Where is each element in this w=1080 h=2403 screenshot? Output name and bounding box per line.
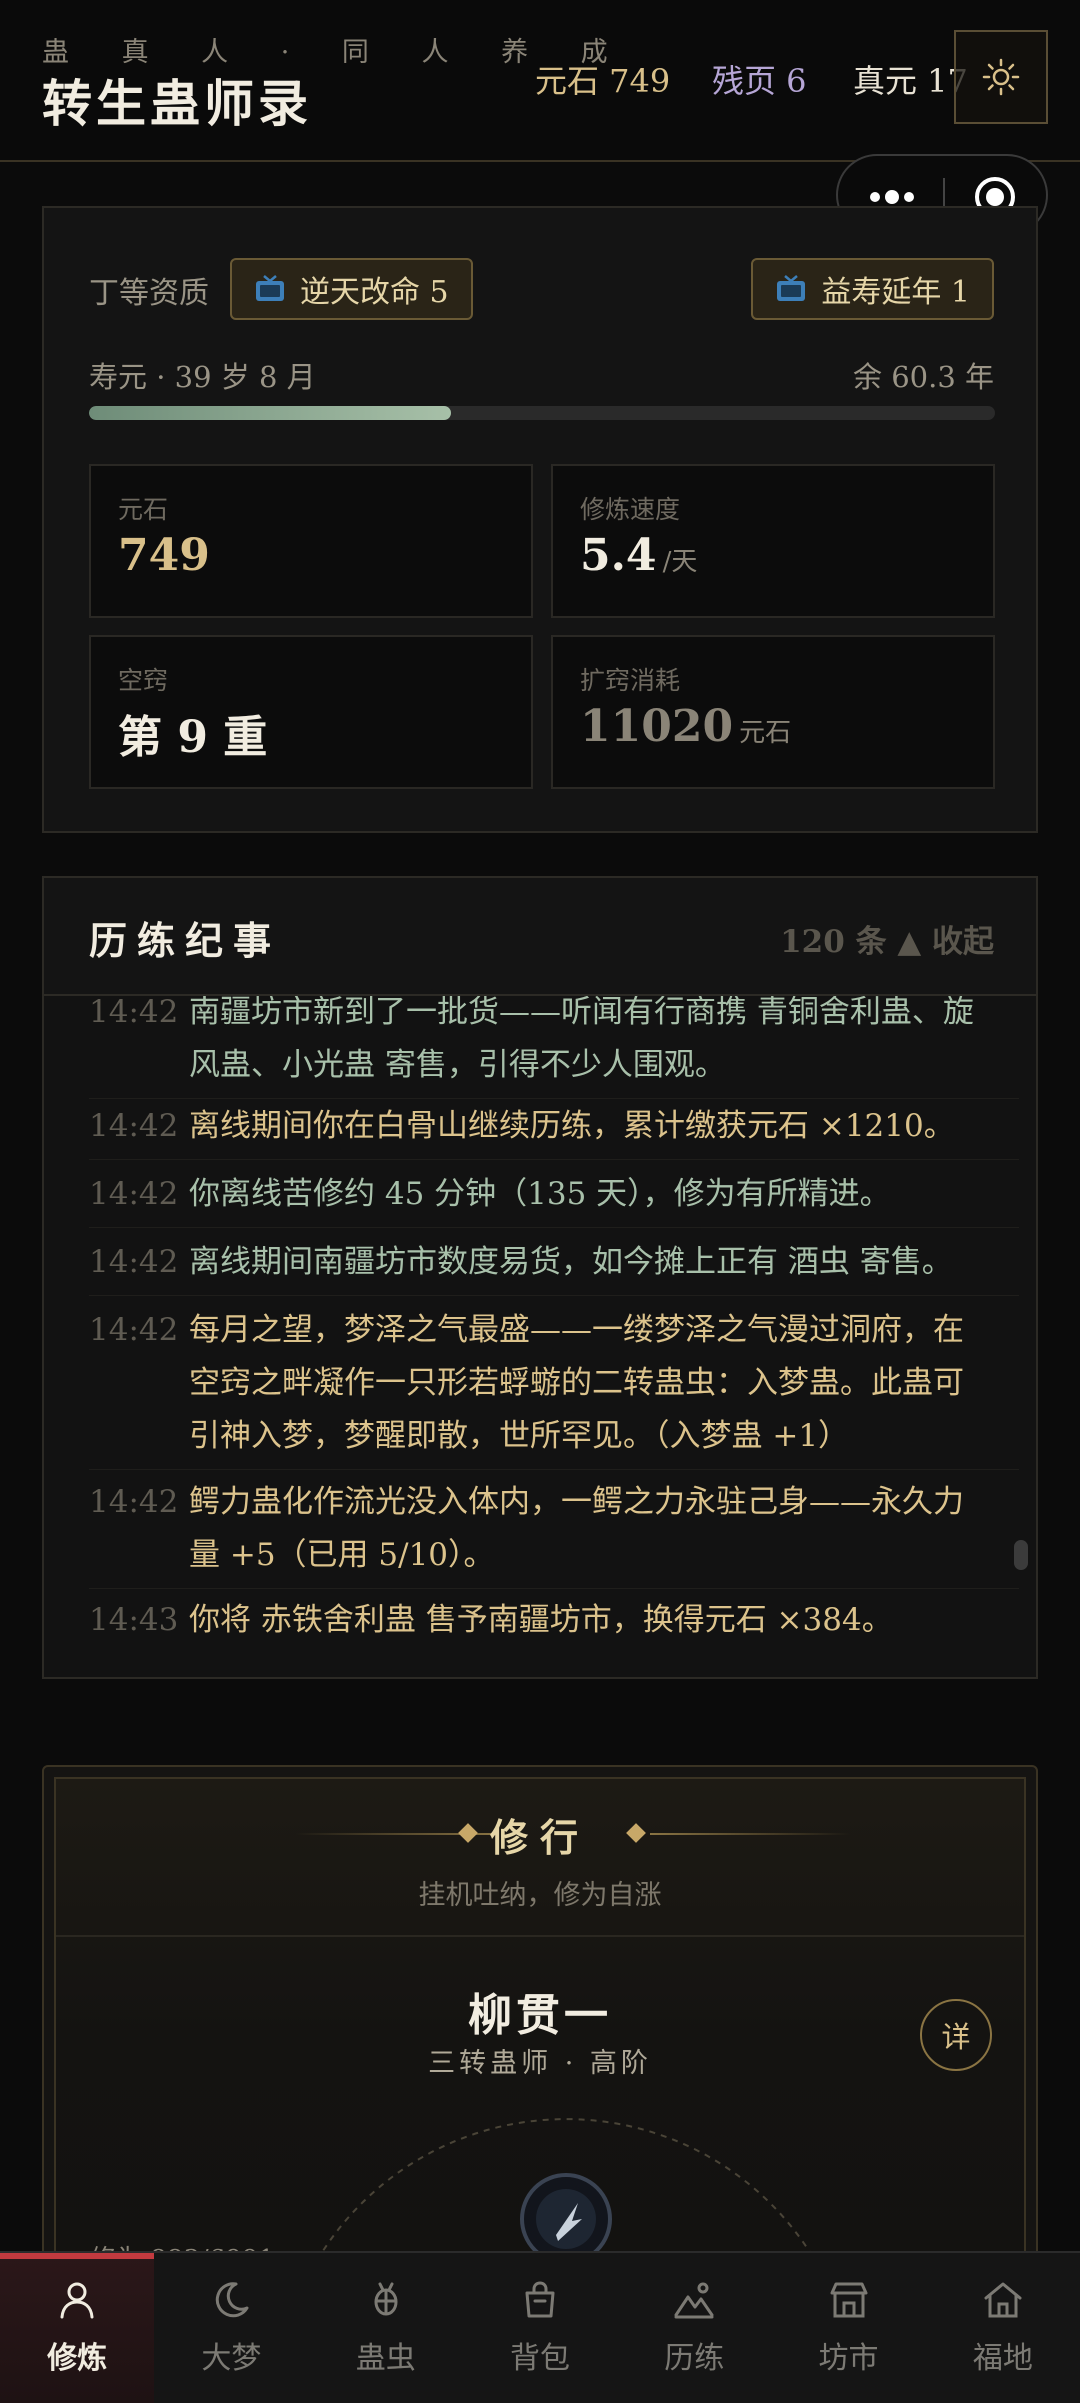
lifespan-label: 寿元 · 39 岁 8 月 [89,360,316,394]
log-scrollbar[interactable] [1014,1540,1028,1570]
expand-cell[interactable]: 扩窍消耗 11020 元石 [551,635,995,789]
person-icon [60,2282,94,2319]
nav-label: 福地 [972,2341,1033,2376]
nav-tab-lilian[interactable]: 历练 [617,2253,771,2403]
canye-stat: 残页 6 [712,62,807,100]
nav-tab-fangshi[interactable]: 坊市 [771,2253,925,2403]
nav-tab-guchong[interactable]: 蛊虫 [309,2253,463,2403]
yuanshi-cell-value: 749 [118,530,210,581]
log-time: 14:42 [89,996,179,1030]
speed-cell-label: 修炼速度 [580,495,681,524]
log-text: 你将 赤铁舍利蛊 售予南疆坊市，换得元石 ×384。 [189,1602,893,1638]
bag-icon [525,2281,555,2318]
aperture-cell-label: 空窍 [118,666,169,695]
log-entry: 14:43 你将 赤铁舍利蛊 售予南疆坊市，换得元石 ×384。 [89,1594,1019,1653]
speed-cell-value-wrap: 5.4/天 [580,530,697,581]
log-text: 离线期间你在白骨山继续历练，累计缴获元石 ×1210。 [189,1108,955,1144]
log-text: 你离线苦修约 45 分钟（135 天），修为有所精进。 [189,1176,891,1212]
yuanshi-cell-label: 元石 [118,495,169,524]
nav-label: 大梦 [201,2341,262,2376]
log-entry: 14:42 离线期间你在白骨山继续历练，累计缴获元石 ×1210。 [89,1100,1019,1160]
ad-extend-label: 益寿延年 1 [821,275,970,310]
nav-label: 背包 [509,2341,570,2376]
log-time: 14:43 [89,1602,179,1638]
lifespan-bar [89,406,995,420]
log-entry: 14:42 南疆坊市新到了一批货——听闻有行商携 青铜舍利蛊、旋风蛊、小光蛊 寄… [89,996,1019,1099]
nav-tab-dameng[interactable]: 大梦 [154,2253,308,2403]
gear-icon [982,58,1020,96]
bug-icon [374,2282,398,2316]
nav-label: 修炼 [47,2341,108,2376]
nav-label: 坊市 [818,2341,879,2376]
log-text: 每月之望，梦泽之气最盛——一缕梦泽之气漫过洞府，在空窍之畔凝作一只形若蜉蝣的二转… [189,1312,964,1454]
log-text: 南疆坊市新到了一批货——听闻有行商携 青铜舍利蛊、旋风蛊、小光蛊 寄售，引得不少… [189,996,974,1083]
cultivation-title: 修行 [489,1815,590,1860]
expand-cell-value-wrap: 11020 元石 [580,701,791,752]
status-panel: 丁等资质 逆天改命 5 益寿延年 1 寿元 · 39 岁 8 月 余 60.3 … [42,206,1038,833]
lifespan-bar-fill [89,406,452,420]
nav-tab-fudi[interactable]: 福地 [926,2253,1080,2403]
settings-button[interactable] [954,30,1048,124]
log-panel: 历练纪事 120 条 ▲ 收起 14:42 南疆坊市新到了一批货——听闻有行商携… [42,876,1038,1679]
ad-reroll-button[interactable]: 逆天改命 5 [230,258,473,320]
log-time: 14:42 [89,1176,179,1212]
grade-label: 丁等资质 [89,276,209,311]
log-time: 14:42 [89,1244,179,1280]
nav-tab-xiulian[interactable]: 修炼 [0,2253,155,2403]
yuanshi-stat: 元石 749 [535,62,671,100]
log-collapse-toggle[interactable]: 120 条 ▲ 收起 [780,916,994,961]
expand-cell-value: 11020 [580,701,734,752]
log-entry: 14:42 你离线苦修约 45 分钟（135 天），修为有所精进。 [89,1168,1019,1228]
log-entry: 14:42 鳄力蛊化作流光没入体内，一鳄之力永驻己身——永久力量 +5（已用 5… [89,1476,1019,1589]
nav-tab-beibao[interactable]: 背包 [463,2253,617,2403]
log-text: 离线期间南疆坊市数度易货，如今摊上正有 酒虫 寄售。 [189,1244,953,1280]
cultivation-subtitle: 挂机吐纳，修为自涨 [418,1880,662,1911]
expand-cell-unit: 元石 [739,718,792,748]
divider [56,1935,1024,1937]
aperture-cell-value: 第 9 重 [118,712,268,763]
log-time: 14:42 [89,1312,179,1348]
log-time: 14:42 [89,1108,179,1144]
tv-icon [256,275,284,301]
shop-icon [830,2282,868,2318]
tv-icon [777,275,806,301]
log-entry: 14:42 每月之望，梦泽之气最盛——一缕梦泽之气漫过洞府，在空窍之畔凝作一只形… [89,1304,1019,1470]
home-icon [984,2282,1022,2318]
lifespan-remaining: 余 60.3 年 [852,360,994,394]
speed-cell-value: 5.4 [580,530,657,581]
log-entry: 14:42 离线期间南疆坊市数度易货，如今摊上正有 酒虫 寄售。 [89,1236,1019,1296]
speed-cell-unit: /天 [662,547,698,577]
log-time: 14:42 [89,1484,179,1520]
aperture-cell: 空窍 第 9 重 [89,635,533,789]
nav-label: 蛊虫 [355,2341,416,2376]
log-header: 历练纪事 120 条 ▲ 收起 [44,878,1036,996]
log-list[interactable]: 14:42 南疆坊市新到了一批货——听闻有行商携 青铜舍利蛊、旋风蛊、小光蛊 寄… [44,996,1036,1676]
log-text: 鳄力蛊化作流光没入体内，一鳄之力永驻己身——永久力量 +5（已用 5/10）。 [189,1484,964,1573]
log-title: 历练纪事 [89,918,282,963]
app-header: 蛊 真 人 · 同 人 养 成 转生蛊师录 元石 749 残页 6 真元 17 [0,0,1080,162]
moon-icon [216,2282,249,2318]
expand-cell-label: 扩窍消耗 [580,666,681,695]
yuanshi-cell: 元石 749 [89,464,533,618]
title-ornament-right [650,1833,850,1835]
speed-cell: 修炼速度 5.4/天 [551,464,995,618]
character-rank: 三转蛊师 · 高阶 [428,2048,652,2079]
app-title: 转生蛊师录 [42,74,312,133]
character-name: 柳贯一 [468,1990,612,2041]
nav-label: 历练 [664,2341,725,2376]
ad-reroll-label: 逆天改命 5 [300,275,449,310]
detail-button[interactable]: 详 [920,1999,992,2071]
bottom-nav: 修炼 大梦 蛊虫 背包 历练 坊市 福地 [0,2251,1080,2403]
mountain-icon [674,2282,714,2319]
ad-extend-button[interactable]: 益寿延年 1 [751,258,994,320]
